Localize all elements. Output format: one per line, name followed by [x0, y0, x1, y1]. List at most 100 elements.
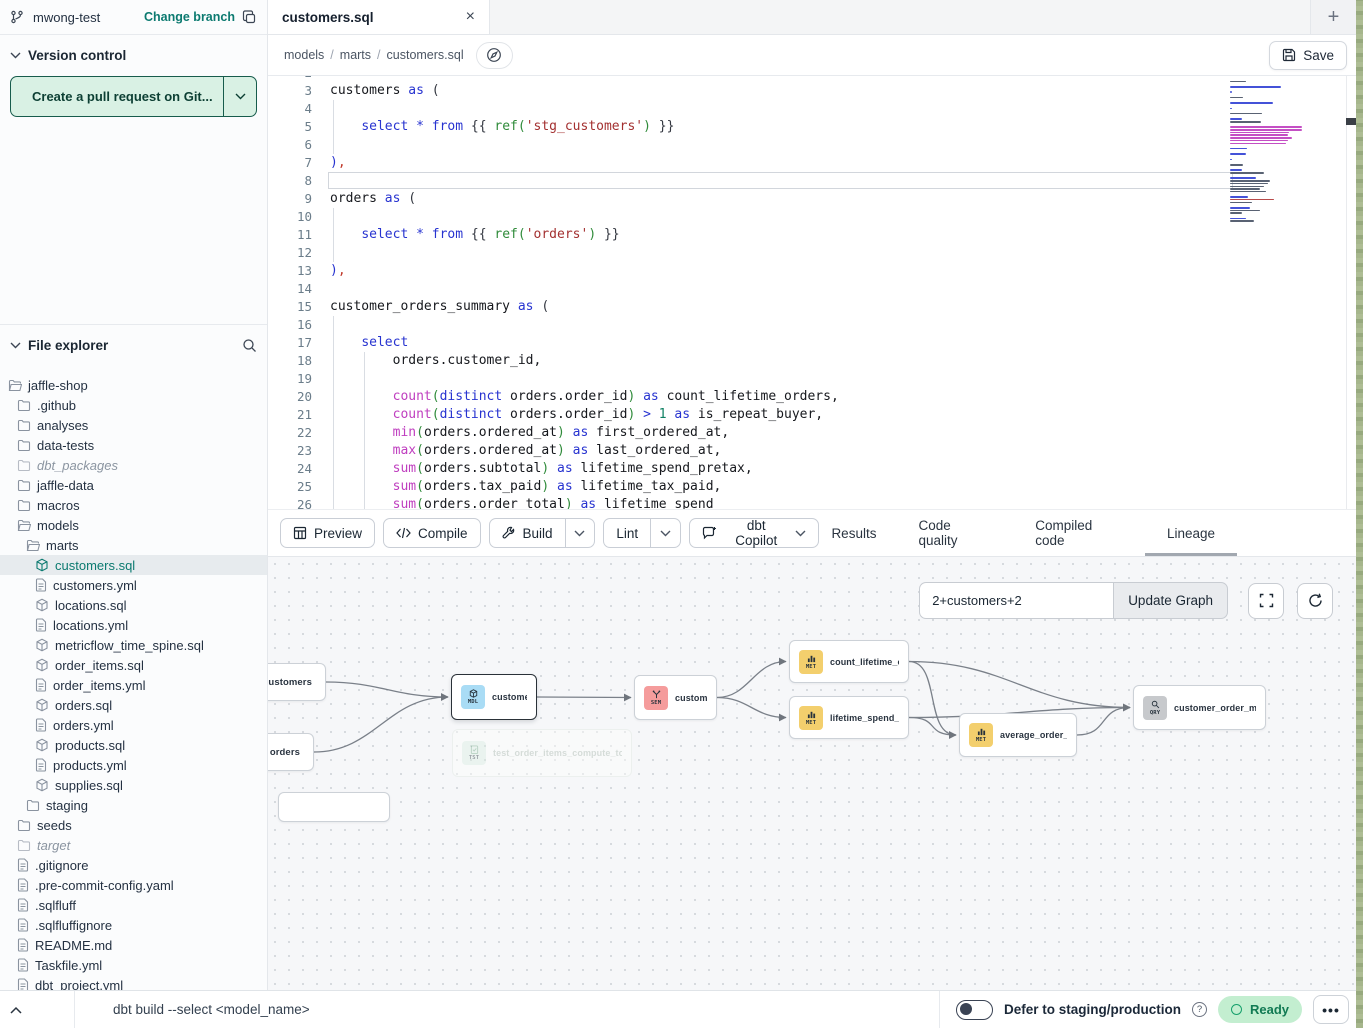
- file-item--sqlfluff[interactable]: .sqlfluff: [0, 895, 267, 915]
- file-item-marts[interactable]: marts: [0, 535, 267, 555]
- refresh-button[interactable]: [1297, 583, 1333, 619]
- file-item-order-items-yml[interactable]: order_items.yml: [0, 675, 267, 695]
- file-item-target[interactable]: target: [0, 835, 267, 855]
- lineage-node-count-lifetime-orders[interactable]: METcount_lifetime_orders: [789, 640, 909, 683]
- file-item-seeds[interactable]: seeds: [0, 815, 267, 835]
- editor-minimap[interactable]: [1230, 76, 1310, 223]
- file-item-data-tests[interactable]: data-tests: [0, 435, 267, 455]
- search-icon[interactable]: [242, 338, 257, 353]
- lineage-selector-input[interactable]: [919, 582, 1113, 619]
- save-button[interactable]: Save: [1269, 41, 1347, 70]
- file-item-locations-sql[interactable]: locations.sql: [0, 595, 267, 615]
- code-line-8[interactable]: 8: [268, 172, 1363, 190]
- ready-status-badge[interactable]: Ready: [1218, 996, 1302, 1023]
- breadcrumb-file[interactable]: customers.sql: [387, 48, 464, 62]
- lint-button[interactable]: Lint: [604, 519, 650, 547]
- file-item--sqlfluffignore[interactable]: .sqlfluffignore: [0, 915, 267, 935]
- code-line-23[interactable]: 23 max(orders.ordered_at) as last_ordere…: [268, 442, 1363, 460]
- code-line-9[interactable]: 9orders as (: [268, 190, 1363, 208]
- command-input[interactable]: dbt build --select <model_name>: [113, 1002, 310, 1017]
- new-tab-button[interactable]: +: [1310, 0, 1356, 34]
- file-item-dbt-project-yml[interactable]: dbt_project.yml: [0, 975, 267, 990]
- file-item--pre-commit-config-yaml[interactable]: .pre-commit-config.yaml: [0, 875, 267, 895]
- lineage-node-customers-model[interactable]: MDLcustomers: [451, 674, 537, 720]
- code-line-26[interactable]: 26 sum(orders.order_total) as lifetime_s…: [268, 496, 1363, 509]
- panel-tab-code-quality[interactable]: Code quality: [914, 510, 997, 556]
- compile-button[interactable]: Compile: [383, 518, 481, 548]
- file-item-orders-yml[interactable]: orders.yml: [0, 715, 267, 735]
- code-line-12[interactable]: 12: [268, 244, 1363, 262]
- code-line-10[interactable]: 10: [268, 208, 1363, 226]
- lineage-node-customers-semantic[interactable]: SEMcustomers: [634, 675, 717, 720]
- panel-tab-lineage[interactable]: Lineage: [1163, 510, 1219, 556]
- tab-customers-sql[interactable]: customers.sql ×: [268, 0, 490, 34]
- preview-button[interactable]: Preview: [280, 518, 375, 548]
- build-button[interactable]: Build: [490, 519, 565, 547]
- file-item-customers-yml[interactable]: customers.yml: [0, 575, 267, 595]
- file-item-macros[interactable]: macros: [0, 495, 267, 515]
- more-options-button[interactable]: •••: [1313, 995, 1349, 1024]
- code-line-15[interactable]: 15customer_orders_summary as (: [268, 298, 1363, 316]
- defer-toggle[interactable]: [956, 1000, 993, 1020]
- file-item-taskfile-yml[interactable]: Taskfile.yml: [0, 955, 267, 975]
- lineage-node-orders[interactable]: orders: [268, 733, 314, 771]
- help-icon[interactable]: ?: [1192, 1002, 1207, 1017]
- code-line-22[interactable]: 22 min(orders.ordered_at) as first_order…: [268, 424, 1363, 442]
- code-line-11[interactable]: 11 select * from {{ ref('orders') }}: [268, 226, 1363, 244]
- breadcrumb-marts[interactable]: marts: [340, 48, 371, 62]
- file-item-orders-sql[interactable]: orders.sql: [0, 695, 267, 715]
- fullscreen-button[interactable]: [1248, 583, 1284, 619]
- file-item-jaffle-data[interactable]: jaffle-data: [0, 475, 267, 495]
- lineage-node-customer-order-metrics[interactable]: QRYcustomer_order_metrics: [1133, 685, 1266, 730]
- lineage-node-partial-node[interactable]: [278, 792, 390, 822]
- file-item-jaffle-shop[interactable]: jaffle-shop: [0, 375, 267, 395]
- code-line-3[interactable]: 3customers as (: [268, 82, 1363, 100]
- code-line-20[interactable]: 20 count(distinct orders.order_id) as co…: [268, 388, 1363, 406]
- panel-tab-compiled-code[interactable]: Compiled code: [1031, 510, 1129, 556]
- code-line-5[interactable]: 5 select * from {{ ref('stg_customers') …: [268, 118, 1363, 136]
- panel-tab-results[interactable]: Results: [827, 510, 880, 556]
- lineage-canvas[interactable]: Update Graph stg_customersorders MDLcusto…: [268, 557, 1363, 990]
- change-branch-link[interactable]: Change branch: [144, 10, 235, 24]
- copy-icon[interactable]: [242, 10, 257, 25]
- lineage-node-lifetime-spend-pretax[interactable]: METlifetime_spend_pretax: [789, 696, 909, 739]
- code-line-16[interactable]: 16: [268, 316, 1363, 334]
- code-line-25[interactable]: 25 sum(orders.tax_paid) as lifetime_tax_…: [268, 478, 1363, 496]
- code-line-4[interactable]: 4: [268, 100, 1363, 118]
- file-item-supplies-sql[interactable]: supplies.sql: [0, 775, 267, 795]
- file-item-locations-yml[interactable]: locations.yml: [0, 615, 267, 635]
- lineage-node-stg-customers[interactable]: stg_customers: [268, 663, 326, 701]
- version-control-header[interactable]: Version control: [0, 35, 267, 72]
- code-line-6[interactable]: 6: [268, 136, 1363, 154]
- file-item-order-items-sql[interactable]: order_items.sql: [0, 655, 267, 675]
- lineage-node-test-order-items[interactable]: TSTtest_order_items_compute_to_bools...: [452, 729, 632, 777]
- code-line-19[interactable]: 19: [268, 370, 1363, 388]
- file-item-staging[interactable]: staging: [0, 795, 267, 815]
- create-pr-main[interactable]: Create a pull request on Git...: [11, 77, 223, 116]
- code-line-21[interactable]: 21 count(distinct orders.order_id) > 1 a…: [268, 406, 1363, 424]
- file-item-metricflow-time-spine-sql[interactable]: metricflow_time_spine.sql: [0, 635, 267, 655]
- update-graph-button[interactable]: Update Graph: [1113, 582, 1228, 619]
- file-item-products-sql[interactable]: products.sql: [0, 735, 267, 755]
- file-item-models[interactable]: models: [0, 515, 267, 535]
- file-item-analyses[interactable]: analyses: [0, 415, 267, 435]
- lineage-node-average-order-value[interactable]: METaverage_order_value: [959, 713, 1077, 757]
- code-line-14[interactable]: 14: [268, 280, 1363, 298]
- breadcrumb-models[interactable]: models: [284, 48, 324, 62]
- file-explorer-header[interactable]: File explorer: [0, 324, 267, 362]
- file-item--gitignore[interactable]: .gitignore: [0, 855, 267, 875]
- code-line-17[interactable]: 17 select: [268, 334, 1363, 352]
- code-line-7[interactable]: 7),: [268, 154, 1363, 172]
- build-dropdown[interactable]: [565, 519, 595, 547]
- file-item-products-yml[interactable]: products.yml: [0, 755, 267, 775]
- collapse-panel-button[interactable]: [0, 991, 75, 1028]
- file-item-readme-md[interactable]: README.md: [0, 935, 267, 955]
- file-item-dbt-packages[interactable]: dbt_packages: [0, 455, 267, 475]
- navigate-pill[interactable]: [476, 42, 513, 69]
- code-line-13[interactable]: 13),: [268, 262, 1363, 280]
- scrollbar-handle[interactable]: [1346, 118, 1356, 125]
- editor-scrollbar[interactable]: [1346, 76, 1356, 509]
- file-item-customers-sql[interactable]: customers.sql: [0, 555, 267, 575]
- code-line-18[interactable]: 18 orders.customer_id,: [268, 352, 1363, 370]
- dbt-copilot-button[interactable]: dbt Copilot: [689, 518, 819, 548]
